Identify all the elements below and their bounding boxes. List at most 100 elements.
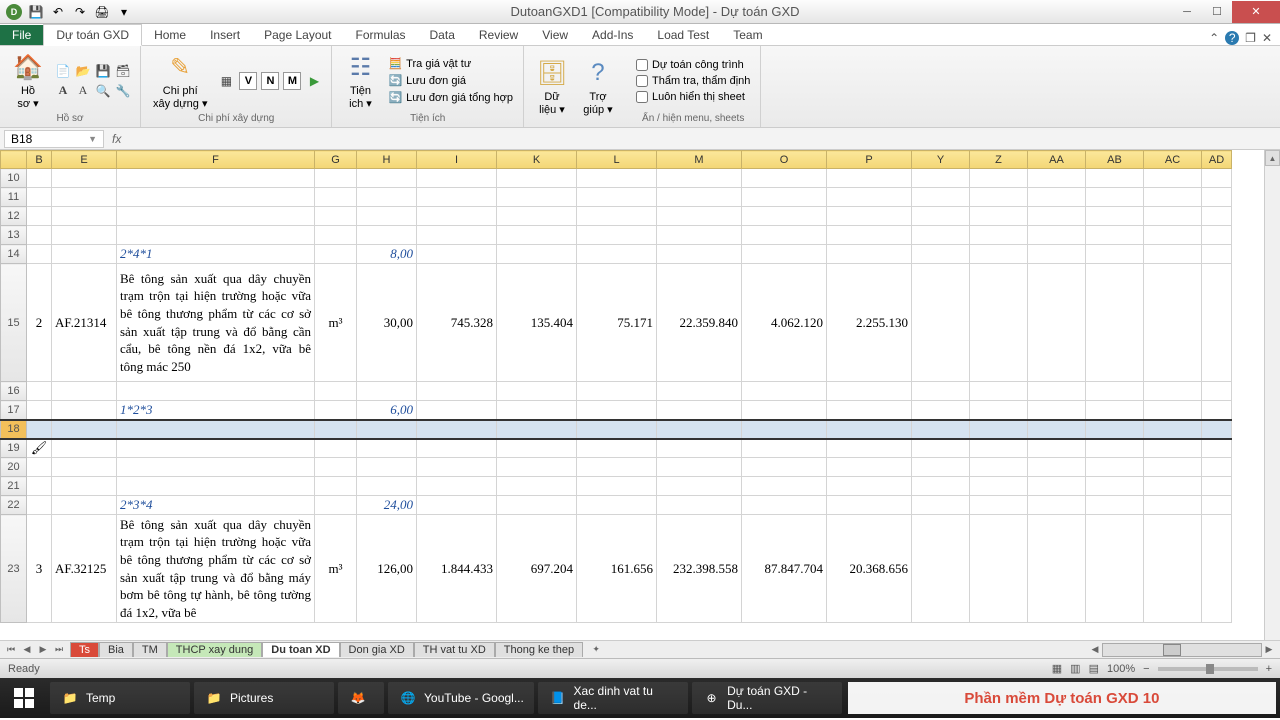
cell-Y11[interactable] (912, 188, 970, 207)
first-sheet-icon[interactable]: ⏮ (4, 643, 18, 657)
cell-H23[interactable]: 126,00 (357, 515, 417, 623)
cell-P14[interactable] (827, 245, 912, 264)
hoso-button[interactable]: 🏠 Hồ sơ ▾ (8, 49, 48, 111)
cell-AB19[interactable] (1086, 439, 1144, 458)
tab-loadtest[interactable]: Load Test (645, 25, 721, 45)
cell-E16[interactable] (52, 382, 117, 401)
cell-I11[interactable] (417, 188, 497, 207)
cell-M11[interactable] (657, 188, 742, 207)
task-item[interactable]: ⊕Dự toán GXD - Du... (692, 682, 842, 714)
col-header-E[interactable]: E (52, 151, 117, 169)
cell-E18[interactable] (52, 420, 117, 439)
cell-L13[interactable] (577, 226, 657, 245)
undo-icon[interactable]: ↶ (50, 4, 66, 20)
cell-AA17[interactable] (1028, 401, 1086, 420)
cell-AB14[interactable] (1086, 245, 1144, 264)
sheet-tab-TM[interactable]: TM (133, 642, 167, 657)
cell-K17[interactable] (497, 401, 577, 420)
print-icon[interactable]: 🖨 (94, 4, 110, 20)
cell-B21[interactable] (27, 477, 52, 496)
cell-K19[interactable] (497, 439, 577, 458)
cell-K22[interactable] (497, 496, 577, 515)
cell-AB20[interactable] (1086, 458, 1144, 477)
cell-P20[interactable] (827, 458, 912, 477)
cell-K16[interactable] (497, 382, 577, 401)
cell-L10[interactable] (577, 169, 657, 188)
sheet-tab-THCP-xay-dung[interactable]: THCP xay dung (167, 642, 262, 657)
cell-AA18[interactable] (1028, 420, 1086, 439)
cell-I20[interactable] (417, 458, 497, 477)
cell-G21[interactable] (315, 477, 357, 496)
sheet-tab-Don-gia-XD[interactable]: Don gia XD (340, 642, 414, 657)
maximize-button[interactable]: ☐ (1202, 1, 1232, 23)
tab-formulas[interactable]: Formulas (344, 25, 418, 45)
cell-AB23[interactable] (1086, 515, 1144, 623)
next-sheet-icon[interactable]: ▶ (36, 643, 50, 657)
tab-page-layout[interactable]: Page Layout (252, 25, 343, 45)
cell-F15[interactable]: Bê tông sản xuất qua dây chuyền trạm trộ… (117, 264, 315, 382)
cell-H15[interactable]: 30,00 (357, 264, 417, 382)
cell-G20[interactable] (315, 458, 357, 477)
cell-O15[interactable]: 4.062.120 (742, 264, 827, 382)
vertical-scrollbar[interactable]: ▲ (1264, 150, 1280, 640)
cell-O10[interactable] (742, 169, 827, 188)
thamtra-check[interactable]: Thẩm tra, thẩm định (634, 74, 752, 88)
tool-icon[interactable]: 🔧 (114, 82, 132, 100)
new-icon[interactable]: 📄 (54, 62, 72, 80)
cell-E14[interactable] (52, 245, 117, 264)
cell-AC11[interactable] (1144, 188, 1202, 207)
cell-L22[interactable] (577, 496, 657, 515)
sheet-tab-Du-toan-XD[interactable]: Du toan XD (262, 642, 339, 657)
cell-Z11[interactable] (970, 188, 1028, 207)
zoom-slider[interactable] (1158, 667, 1258, 671)
cell-AD17[interactable] (1202, 401, 1232, 420)
cell-AA12[interactable] (1028, 207, 1086, 226)
cell-P21[interactable] (827, 477, 912, 496)
cell-AC21[interactable] (1144, 477, 1202, 496)
select-all[interactable] (1, 151, 27, 169)
dutoan-congtrinh-check[interactable]: Dự toán công trình (634, 58, 752, 72)
close-button[interactable]: ✕ (1232, 1, 1280, 23)
formula-input[interactable] (127, 132, 1280, 146)
cell-AB15[interactable] (1086, 264, 1144, 382)
cell-M23[interactable]: 232.398.558 (657, 515, 742, 623)
save-small-icon[interactable]: 💾 (94, 62, 112, 80)
cell-B13[interactable] (27, 226, 52, 245)
cell-L20[interactable] (577, 458, 657, 477)
cell-I21[interactable] (417, 477, 497, 496)
cell-E19[interactable] (52, 439, 117, 458)
cell-Z14[interactable] (970, 245, 1028, 264)
cell-G15[interactable]: m³ (315, 264, 357, 382)
cell-AD23[interactable] (1202, 515, 1232, 623)
cell-AC15[interactable] (1144, 264, 1202, 382)
cell-M15[interactable]: 22.359.840 (657, 264, 742, 382)
cell-O20[interactable] (742, 458, 827, 477)
cell-AC23[interactable] (1144, 515, 1202, 623)
cell-AA15[interactable] (1028, 264, 1086, 382)
start-button[interactable] (0, 678, 48, 718)
cell-G13[interactable] (315, 226, 357, 245)
cell-AD18[interactable] (1202, 420, 1232, 439)
cell-P18[interactable] (827, 420, 912, 439)
tab-review[interactable]: Review (467, 25, 530, 45)
luu-tong-hop-item[interactable]: 🔄Lưu đơn giá tổng hợp (386, 90, 515, 105)
cell-AC19[interactable] (1144, 439, 1202, 458)
grid-icon[interactable]: ▦ (217, 72, 235, 90)
sheet-tab-TH-vat-tu-XD[interactable]: TH vat tu XD (414, 642, 495, 657)
cell-O13[interactable] (742, 226, 827, 245)
cell-Y21[interactable] (912, 477, 970, 496)
horizontal-scrollbar[interactable] (1102, 643, 1262, 657)
cell-Z21[interactable] (970, 477, 1028, 496)
cell-K11[interactable] (497, 188, 577, 207)
cell-H14[interactable]: 8,00 (357, 245, 417, 264)
tab-view[interactable]: View (530, 25, 580, 45)
cell-E10[interactable] (52, 169, 117, 188)
cell-Y19[interactable] (912, 439, 970, 458)
cell-B14[interactable] (27, 245, 52, 264)
sheet-tab-Bia[interactable]: Bia (99, 642, 133, 657)
cell-O19[interactable] (742, 439, 827, 458)
cell-Y23[interactable] (912, 515, 970, 623)
task-item[interactable]: 🦊 (338, 682, 384, 714)
col-header-AC[interactable]: AC (1144, 151, 1202, 169)
cell-G23[interactable]: m³ (315, 515, 357, 623)
